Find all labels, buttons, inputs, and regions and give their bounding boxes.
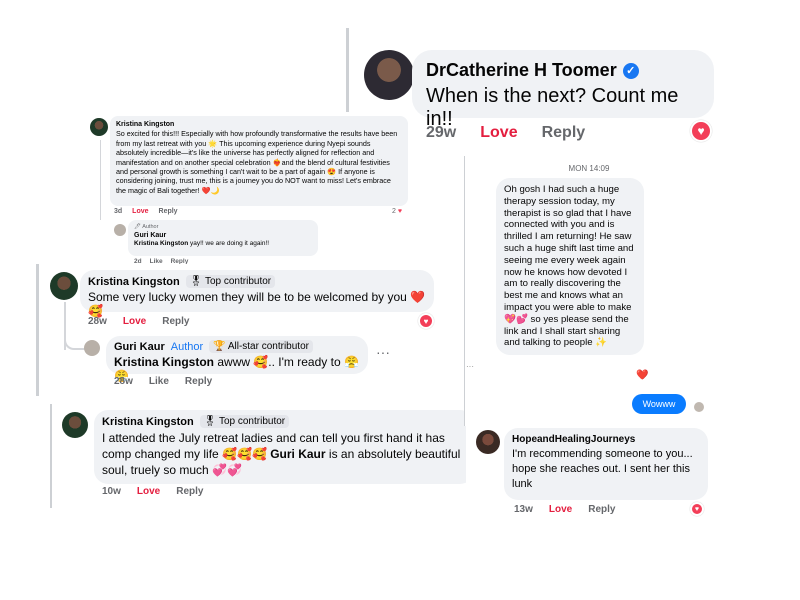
reaction-count[interactable]: 2 ♥ bbox=[392, 208, 402, 215]
comment-actions: 29w Love Reply bbox=[426, 124, 585, 142]
comment-actions: 13w Love Reply bbox=[514, 504, 615, 515]
avatar[interactable] bbox=[476, 430, 500, 454]
kristina-retreat-comment-panel: Kristina Kingston 🎖 Top contributor I at… bbox=[50, 404, 466, 508]
read-receipt-avatar bbox=[694, 402, 704, 412]
mention[interactable]: Kristina Kingston bbox=[114, 355, 214, 369]
reply-avatar[interactable] bbox=[114, 224, 126, 236]
typing-dots-icon: ··· bbox=[466, 362, 474, 371]
top-contributor-badge: 🎖 Top contributor bbox=[199, 415, 290, 428]
more-options-icon[interactable]: ··· bbox=[376, 344, 390, 360]
comment-bubble: Kristina Kingston 🎖 Top contributor Some… bbox=[80, 270, 434, 318]
mention[interactable]: Kristina Kingston bbox=[134, 240, 188, 247]
commenter-name[interactable]: HopeandHealingJourneys bbox=[512, 434, 700, 445]
verified-badge-icon: ✓ bbox=[622, 62, 639, 79]
commenter-name[interactable]: Kristina Kingston bbox=[102, 416, 194, 428]
avatar[interactable] bbox=[50, 272, 78, 300]
heart-icon[interactable]: ♥ bbox=[690, 502, 704, 516]
messenger-chat-panel: MON 14:09 ··· Oh gosh I had such a huge … bbox=[464, 156, 714, 426]
incoming-message[interactable]: Oh gosh I had such a huge therapy sessio… bbox=[496, 178, 644, 356]
thread-line bbox=[36, 264, 39, 396]
love-button[interactable]: Love bbox=[480, 124, 517, 142]
reply-button[interactable]: Reply bbox=[176, 486, 203, 497]
comment-bubble: HopeandHealingJourneys I'm recommending … bbox=[504, 428, 708, 500]
heart-icon[interactable]: ♥ bbox=[690, 120, 712, 142]
heart-icon[interactable]: ♥ bbox=[418, 313, 434, 329]
reply-name[interactable]: Guri Kaur bbox=[134, 232, 312, 241]
thread-line bbox=[100, 140, 101, 220]
heart-icon: ♥ bbox=[397, 208, 403, 215]
comment-actions: 3d Love Reply bbox=[114, 208, 178, 215]
all-star-badge: 🏆 All-star contributor bbox=[209, 340, 313, 353]
comment-text: Some very lucky women they will be to be… bbox=[88, 290, 426, 318]
comment-time[interactable]: 28w bbox=[88, 316, 107, 327]
reply-button[interactable]: Reply bbox=[159, 208, 178, 215]
love-button[interactable]: Love bbox=[132, 208, 148, 215]
reply-button[interactable]: Reply bbox=[588, 504, 615, 515]
commenter-name[interactable]: Kristina Kingston bbox=[116, 120, 402, 129]
reply-time[interactable]: 28w bbox=[114, 376, 133, 387]
comment-text: I'm recommending someone to you... hope … bbox=[512, 448, 693, 490]
reply-button[interactable]: Reply bbox=[162, 316, 189, 327]
commenter-name-row: DrCatherine H Toomer ✓ bbox=[426, 60, 700, 81]
mention[interactable]: Guri Kaur bbox=[270, 447, 325, 461]
reply-name-row: Guri Kaur Author 🏆 All-star contributor bbox=[114, 340, 360, 353]
author-label: Author bbox=[170, 340, 204, 353]
comment-actions: 10w Love Reply bbox=[102, 486, 203, 497]
avatar[interactable] bbox=[364, 50, 414, 100]
top-contributor-badge: 🎖 Top contributor bbox=[185, 275, 276, 288]
message-reaction[interactable]: ❤️ bbox=[636, 370, 648, 381]
like-button[interactable]: Like bbox=[149, 376, 169, 387]
reply-button[interactable]: Reply bbox=[542, 124, 586, 142]
reply-bubble: Guri Kaur Author 🏆 All-star contributor … bbox=[106, 336, 368, 383]
reply-text-body: yay!! we are doing it again!! bbox=[188, 240, 270, 247]
kristina-guri-thread-panel: Kristina Kingston 🎖 Top contributor Some… bbox=[36, 264, 440, 396]
comment-time[interactable]: 10w bbox=[102, 486, 121, 497]
commenter-name-row: Kristina Kingston 🎖 Top contributor bbox=[88, 275, 426, 288]
comment-bubble: Kristina Kingston 🎖 Top contributor I at… bbox=[94, 410, 466, 484]
thread-line bbox=[50, 404, 52, 508]
chat-timestamp: MON 14:09 bbox=[568, 164, 610, 173]
kristina-long-comment-panel: Kristina Kingston So excited for this!!!… bbox=[86, 112, 412, 266]
comment-bubble: Kristina Kingston So excited for this!!!… bbox=[110, 116, 408, 206]
commenter-name[interactable]: DrCatherine H Toomer bbox=[426, 60, 617, 81]
comment-time[interactable]: 3d bbox=[114, 208, 122, 215]
reply-text: Kristina Kingston yay!! we are doing it … bbox=[134, 240, 312, 249]
hope-comment-panel: HopeandHealingJourneys I'm recommending … bbox=[468, 426, 716, 520]
panel-divider bbox=[464, 156, 465, 426]
comment-time[interactable]: 29w bbox=[426, 124, 456, 142]
outgoing-message[interactable]: Wowww bbox=[632, 394, 686, 414]
comment-text: I attended the July retreat ladies and c… bbox=[102, 430, 466, 478]
reaction-count-number: 2 bbox=[392, 208, 396, 215]
comment-bubble: DrCatherine H Toomer ✓ When is the next?… bbox=[412, 50, 714, 130]
reply-bubble: 🖊 Author Guri Kaur Kristina Kingston yay… bbox=[128, 220, 318, 256]
love-button[interactable]: Love bbox=[549, 504, 572, 515]
avatar[interactable] bbox=[62, 412, 88, 438]
comment-text: So excited for this!!! Especially with h… bbox=[116, 129, 398, 195]
commenter-name-row: Kristina Kingston 🎖 Top contributor bbox=[102, 415, 466, 428]
comment-actions: 28w Love Reply bbox=[88, 316, 189, 327]
author-tag: 🖊 Author bbox=[134, 224, 159, 230]
avatar[interactable] bbox=[90, 118, 108, 136]
love-button[interactable]: Love bbox=[123, 316, 146, 327]
comment-time[interactable]: 13w bbox=[514, 504, 533, 515]
love-button[interactable]: Love bbox=[137, 486, 160, 497]
commenter-name[interactable]: Kristina Kingston bbox=[88, 276, 180, 288]
reply-button[interactable]: Reply bbox=[185, 376, 212, 387]
reply-actions: 28w Like Reply bbox=[114, 376, 212, 387]
reply-avatar[interactable] bbox=[84, 340, 100, 356]
reply-name[interactable]: Guri Kaur bbox=[114, 341, 165, 353]
